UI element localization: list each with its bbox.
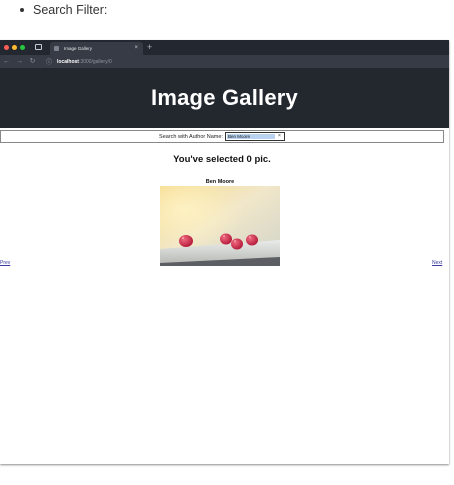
search-input[interactable] xyxy=(226,134,275,139)
tab-image-gallery[interactable]: Image Gallery × xyxy=(50,42,143,55)
url-path: :3000/gallery/0 xyxy=(78,58,112,65)
caption: Search Filter: xyxy=(20,2,107,18)
address-bar[interactable]: localhost:3000/gallery/0 xyxy=(57,59,112,65)
favicon-icon xyxy=(54,46,59,51)
back-icon[interactable]: ← xyxy=(0,55,13,68)
tab-overview-icon[interactable] xyxy=(35,44,42,50)
bullet-icon xyxy=(20,8,24,12)
navigation-bar: ← → ↻ ⓘ localhost:3000/gallery/0 xyxy=(0,55,449,68)
tab-bar: Image Gallery × + xyxy=(0,40,449,55)
close-window-icon[interactable] xyxy=(4,45,9,50)
prev-link[interactable]: Prev xyxy=(0,260,10,266)
app-header: Image Gallery xyxy=(0,68,449,128)
search-box: × xyxy=(224,132,285,141)
site-info-icon[interactable]: ⓘ xyxy=(45,57,53,66)
minimize-window-icon[interactable] xyxy=(12,45,17,50)
maximize-window-icon[interactable] xyxy=(20,45,25,50)
caption-text: Search Filter: xyxy=(33,3,108,17)
reload-icon[interactable]: ↻ xyxy=(26,55,39,68)
clear-search-icon[interactable]: × xyxy=(278,133,281,140)
url-host: localhost xyxy=(57,58,79,65)
page-title: Image Gallery xyxy=(151,85,298,110)
selection-count: You've selected 0 pic. xyxy=(173,154,271,165)
forward-icon[interactable]: → xyxy=(13,55,26,68)
search-bar: Search with Author Name: × xyxy=(0,130,444,143)
image-author: Ben Moore xyxy=(205,179,235,185)
browser-window: Image Gallery × + ← → ↻ ⓘ localhost:3000… xyxy=(0,40,449,464)
tab-close-icon[interactable]: × xyxy=(134,44,138,52)
tab-title: Image Gallery xyxy=(64,46,93,51)
search-label: Search with Author Name: xyxy=(159,133,223,140)
raspberries-photo[interactable] xyxy=(160,186,280,266)
new-tab-icon[interactable]: + xyxy=(147,41,152,53)
next-link[interactable]: Next xyxy=(432,260,442,266)
